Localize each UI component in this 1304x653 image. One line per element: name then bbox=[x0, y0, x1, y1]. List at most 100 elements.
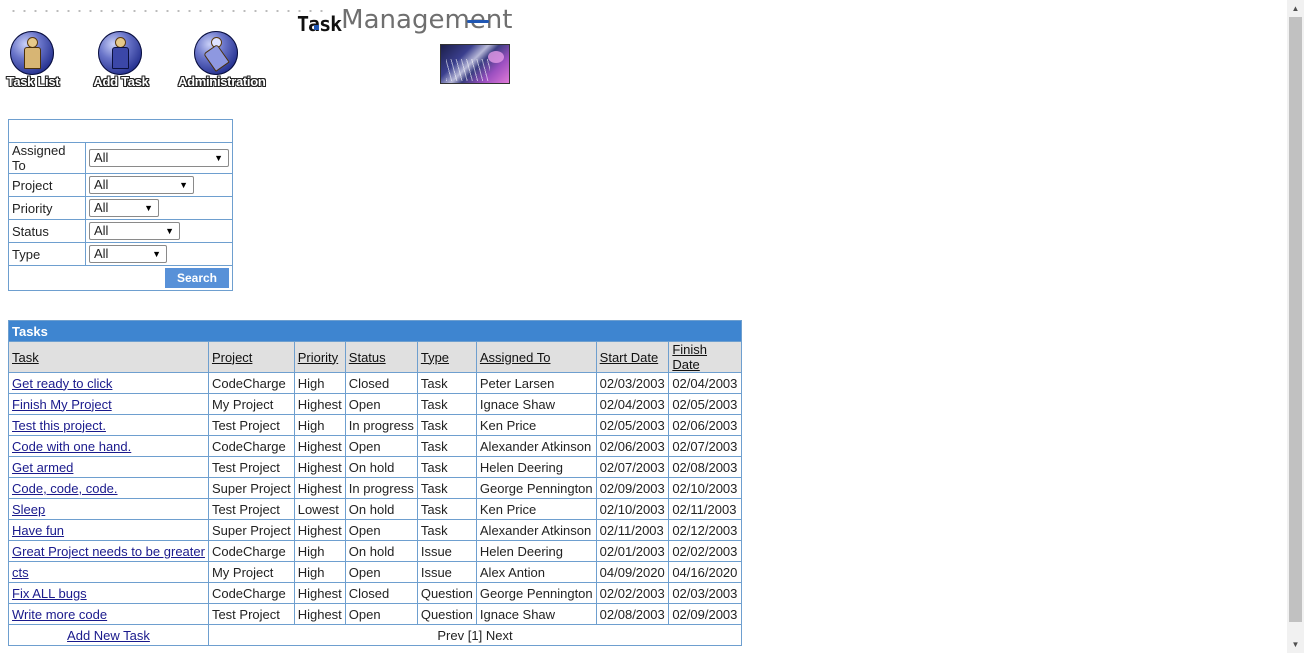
table-cell: 02/05/2003 bbox=[595, 414, 670, 436]
pager-next: Next bbox=[485, 627, 513, 643]
task-cell: Finish My Project bbox=[8, 393, 209, 415]
table-cell: Issue bbox=[416, 540, 477, 562]
table-cell: Highest bbox=[293, 393, 346, 415]
task-link[interactable]: Code, code, code. bbox=[12, 481, 118, 496]
table-row: Get armed Test Project Highest On hold Task H… bbox=[8, 456, 742, 478]
task-link[interactable]: Code with one hand. bbox=[12, 439, 131, 454]
project-select[interactable]: All ▼ bbox=[89, 176, 194, 194]
table-row: cts My Project High Open Issue Alex Antion 04/… bbox=[8, 561, 742, 583]
table-cell: Alex Antion bbox=[475, 561, 597, 583]
search-row-priority: Priority All ▼ bbox=[8, 196, 233, 220]
sort-project-link[interactable]: Project bbox=[212, 350, 252, 365]
table-cell: Open bbox=[344, 435, 418, 457]
table-cell: Highest bbox=[293, 456, 346, 478]
table-cell: Task bbox=[416, 477, 477, 499]
table-cell: 04/09/2020 bbox=[595, 561, 670, 583]
task-link[interactable]: Great Project needs to be greater bbox=[12, 544, 205, 559]
table-cell: Open bbox=[344, 519, 418, 541]
table-cell: Ken Price bbox=[475, 414, 597, 436]
table-cell: Open bbox=[344, 393, 418, 415]
add-new-task-link[interactable]: Add New Task bbox=[67, 628, 150, 643]
banner-image bbox=[440, 44, 510, 84]
table-cell: Task bbox=[416, 498, 477, 520]
project-label: Project bbox=[8, 173, 86, 197]
task-link[interactable]: cts bbox=[12, 565, 29, 580]
table-row: Code with one hand. CodeCharge Highest Open… bbox=[8, 435, 742, 457]
table-cell: 02/10/2003 bbox=[668, 477, 742, 499]
priority-label: Priority bbox=[8, 196, 86, 220]
task-cell: Code, code, code. bbox=[8, 477, 209, 499]
table-cell: 02/09/2003 bbox=[668, 603, 742, 625]
sort-assigned-to-link[interactable]: Assigned To bbox=[480, 350, 551, 365]
task-link[interactable]: Get armed bbox=[12, 460, 73, 475]
task-link[interactable]: Fix ALL bugs bbox=[12, 586, 87, 601]
table-cell: Super Project bbox=[207, 477, 295, 499]
sort-type-link[interactable]: Type bbox=[421, 350, 449, 365]
type-label: Type bbox=[8, 242, 86, 266]
tasks-title: Tasks bbox=[8, 320, 742, 342]
task-management-logo: Task Management bbox=[297, 3, 512, 35]
table-row: Have fun Super Project Highest Open Task Alex… bbox=[8, 519, 742, 541]
assigned-to-select[interactable]: All ▼ bbox=[89, 149, 229, 167]
scroll-down-arrow-icon[interactable]: ▼ bbox=[1287, 636, 1304, 653]
table-cell: George Pennington bbox=[475, 582, 597, 604]
table-cell: Ken Price bbox=[475, 498, 597, 520]
priority-select[interactable]: All ▼ bbox=[89, 199, 159, 217]
task-link[interactable]: Write more code bbox=[12, 607, 107, 622]
nav-add-task-label: Add Task bbox=[93, 74, 149, 89]
logo-square-icon bbox=[314, 25, 319, 30]
table-cell: 02/01/2003 bbox=[595, 540, 670, 562]
task-link[interactable]: Get ready to click bbox=[12, 376, 112, 391]
pager-prev: Prev bbox=[437, 627, 465, 643]
table-cell: High bbox=[293, 372, 346, 394]
table-cell: On hold bbox=[344, 456, 418, 478]
status-select[interactable]: All ▼ bbox=[89, 222, 180, 240]
task-link[interactable]: Sleep bbox=[12, 502, 45, 517]
table-cell: Test Project bbox=[207, 603, 295, 625]
nav-task-list-button[interactable]: Task List bbox=[2, 29, 64, 91]
table-cell: Helen Deering bbox=[475, 456, 597, 478]
table-cell: Task bbox=[416, 435, 477, 457]
scroll-up-arrow-icon[interactable]: ▲ bbox=[1287, 0, 1304, 17]
task-cell: Sleep bbox=[8, 498, 209, 520]
vertical-scrollbar[interactable]: ▲ ▼ bbox=[1287, 0, 1304, 653]
table-cell: 02/07/2003 bbox=[668, 435, 742, 457]
table-cell: Peter Larsen bbox=[475, 372, 597, 394]
table-cell: Closed bbox=[344, 372, 418, 394]
table-cell: Task bbox=[416, 393, 477, 415]
task-link[interactable]: Test this project. bbox=[12, 418, 106, 433]
nav-add-task-button[interactable]: Add Task bbox=[90, 29, 152, 91]
table-cell: Task bbox=[416, 372, 477, 394]
table-cell: Highest bbox=[293, 477, 346, 499]
table-cell: 04/16/2020 bbox=[668, 561, 742, 583]
task-cell: Code with one hand. bbox=[8, 435, 209, 457]
type-select[interactable]: All ▼ bbox=[89, 245, 167, 263]
task-link[interactable]: Have fun bbox=[12, 523, 64, 538]
search-button[interactable]: Search bbox=[165, 268, 229, 288]
table-cell: 02/03/2003 bbox=[668, 582, 742, 604]
table-cell: 02/10/2003 bbox=[595, 498, 670, 520]
table-cell: Ignace Shaw bbox=[475, 393, 597, 415]
sort-finish-date-link[interactable]: Finish Date bbox=[672, 342, 707, 372]
table-cell: 02/08/2003 bbox=[668, 456, 742, 478]
nav-administration-button[interactable]: Administration bbox=[178, 29, 266, 91]
table-row: Finish My Project My Project Highest Open Ta… bbox=[8, 393, 742, 415]
sort-status-link[interactable]: Status bbox=[349, 350, 386, 365]
table-cell: My Project bbox=[207, 561, 295, 583]
table-cell: Question bbox=[416, 603, 477, 625]
logo-task-text: Task bbox=[297, 12, 342, 36]
sort-start-date-link[interactable]: Start Date bbox=[600, 350, 659, 365]
task-cell: Write more code bbox=[8, 603, 209, 625]
sort-task-link[interactable]: Task bbox=[12, 350, 39, 365]
table-cell: On hold bbox=[344, 498, 418, 520]
table-row: Code, code, code. Super Project Highest In … bbox=[8, 477, 742, 499]
tasks-header-row: Task Project Priority Status Type Assign… bbox=[8, 341, 742, 373]
table-cell: 02/07/2003 bbox=[595, 456, 670, 478]
scrollbar-thumb[interactable] bbox=[1289, 17, 1302, 622]
table-cell: Test Project bbox=[207, 456, 295, 478]
sort-priority-link[interactable]: Priority bbox=[298, 350, 338, 365]
table-cell: In progress bbox=[344, 414, 418, 436]
task-link[interactable]: Finish My Project bbox=[12, 397, 112, 412]
dropdown-arrow-icon: ▼ bbox=[165, 226, 174, 236]
nav-task-list-label: Task List bbox=[6, 74, 60, 89]
